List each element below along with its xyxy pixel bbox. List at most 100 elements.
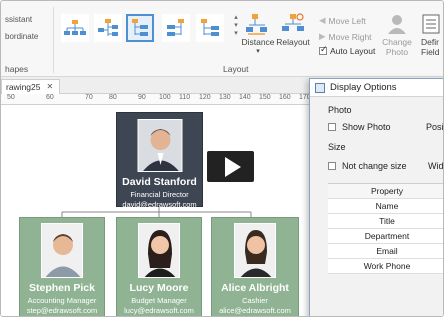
ruler-mark: 50: [7, 94, 15, 101]
ruler-mark: 130: [219, 94, 231, 101]
employee-title: Accounting Manager: [27, 296, 97, 305]
property-row-email[interactable]: Email: [328, 244, 443, 259]
close-icon[interactable]: ✕: [47, 80, 54, 94]
document-tab[interactable]: rawing25 ✕: [1, 79, 61, 94]
employee-title: Budget Manager: [131, 296, 187, 305]
org-layout-icon: [98, 19, 118, 36]
person-photo-icon: [235, 224, 275, 277]
layout-group-label: Layout: [223, 64, 249, 74]
org-layout-icon: [64, 20, 86, 35]
auto-layout-checkbox[interactable]: ✓: [319, 44, 328, 55]
distance-label: Distance: [241, 37, 275, 47]
change-photo-label: Change Photo: [382, 37, 412, 57]
assistant-command[interactable]: ssistant: [5, 15, 32, 24]
ruler-mark: 160: [279, 94, 291, 101]
property-row-name[interactable]: Name: [328, 199, 443, 214]
gallery-scroll[interactable]: ▴ ▾ ▾: [232, 14, 240, 46]
employee-title: Cashier: [242, 296, 268, 305]
person-photo-icon: [42, 224, 82, 277]
avatar: [234, 223, 276, 278]
ruler-mark: 70: [85, 94, 93, 101]
photo-section-label: Photo: [328, 105, 352, 115]
avatar: [137, 119, 182, 172]
show-photo-option[interactable]: Show Photo: [328, 122, 391, 132]
panel-title-text: Display Options: [330, 82, 397, 93]
arrow-left-icon: ◀: [319, 15, 326, 25]
layout-style-1-button[interactable]: [61, 14, 89, 42]
not-change-size-option[interactable]: Not change size: [328, 161, 407, 171]
auto-layout-label: Auto Layout: [330, 46, 376, 56]
subordinate-command[interactable]: bordinate: [5, 32, 38, 41]
move-right-label: Move Right: [328, 31, 372, 42]
width-label: Wid: [428, 161, 444, 171]
layout-style-3-button[interactable]: [126, 14, 154, 42]
check-icon: ✓: [320, 44, 328, 54]
chevron-down-icon: ▾: [256, 48, 260, 55]
ruler-mark: 150: [259, 94, 271, 101]
employee-name: Lucy Moore: [129, 282, 189, 294]
position-label: Posi: [426, 122, 444, 132]
shapes-group-label: hapes: [5, 64, 29, 74]
move-right-button[interactable]: ▶ Move Right: [319, 31, 372, 42]
change-photo-button[interactable]: Change Photo: [380, 13, 414, 57]
play-icon: [224, 156, 241, 177]
document-tab-label: rawing25: [6, 82, 41, 92]
employee-email: alice@edrawsoft.com: [219, 306, 291, 315]
ruler-mark: 80: [109, 94, 117, 101]
define-fields-icon: [422, 14, 440, 34]
org-card[interactable]: Lucy Moore Budget Manager lucy@edrawsoft…: [116, 217, 202, 316]
app-window: ssistant bordinate hapes ▴ ▾ ▾ Distance …: [0, 0, 444, 317]
relayout-button[interactable]: Relayout: [276, 13, 310, 47]
distance-icon: [246, 14, 267, 35]
ruler-mark: 90: [138, 94, 146, 101]
not-change-size-checkbox[interactable]: [328, 162, 336, 170]
employee-email: david@edrawsoft.com: [122, 200, 197, 209]
size-section-label: Size: [328, 142, 346, 152]
property-row-work-phone[interactable]: Work Phone: [328, 259, 443, 274]
employee-email: step@edrawsoft.com: [26, 306, 98, 315]
employee-name: Alice Albright: [221, 282, 289, 294]
arrow-right-icon: ▶: [319, 31, 326, 41]
ruler-mark: 120: [199, 94, 211, 101]
person-photo-icon: [139, 224, 179, 277]
play-video-button[interactable]: [207, 151, 254, 182]
move-left-button[interactable]: ◀ Move Left: [319, 15, 366, 26]
ruler-mark: 100: [159, 94, 171, 101]
relayout-icon: [282, 13, 304, 31]
relayout-label: Relayout: [276, 37, 310, 47]
ribbon: ssistant bordinate hapes ▴ ▾ ▾ Distance …: [1, 1, 443, 77]
layout-style-4-button[interactable]: [162, 14, 190, 42]
employee-name: Stephen Pick: [29, 282, 95, 294]
ruler-mark: 60: [46, 94, 54, 101]
panel-title: Display Options: [310, 79, 443, 97]
panel-window-icon: [315, 83, 325, 93]
avatar: [138, 223, 180, 278]
property-table: Property Name Title Department Email Wor…: [328, 183, 443, 274]
org-card-top[interactable]: David Stanford Financial Director david@…: [116, 112, 203, 209]
avatar: [41, 223, 83, 278]
employee-email: lucy@edrawsoft.com: [124, 306, 194, 315]
org-layout-icon: [201, 19, 219, 36]
org-layout-icon: [167, 19, 184, 36]
org-card[interactable]: Stephen Pick Accounting Manager step@edr…: [19, 217, 105, 316]
change-photo-icon: [388, 15, 406, 34]
display-options-panel: Display Options Photo Show Photo Posi Si…: [309, 78, 444, 316]
show-photo-checkbox[interactable]: [328, 123, 336, 131]
distance-button[interactable]: Distance ▾: [241, 13, 275, 55]
layout-style-5-button[interactable]: [196, 14, 224, 42]
person-photo-icon: [138, 120, 181, 171]
not-change-size-label: Not change size: [342, 161, 407, 171]
property-row-title[interactable]: Title: [328, 214, 443, 229]
layout-style-2-button[interactable]: [94, 14, 122, 42]
property-row-department[interactable]: Department: [328, 229, 443, 244]
org-layout-icon: [132, 19, 148, 36]
employee-name: David Stanford: [122, 176, 197, 188]
ruler-mark: 110: [179, 94, 191, 101]
define-fields-button[interactable]: Defir Field: [421, 13, 443, 57]
property-header: Property: [328, 184, 443, 199]
ruler-mark: 140: [239, 94, 251, 101]
show-photo-label: Show Photo: [342, 122, 391, 132]
org-card[interactable]: Alice Albright Cashier alice@edrawsoft.c…: [211, 217, 299, 316]
employee-title: Financial Director: [130, 190, 189, 199]
auto-layout-toggle[interactable]: ✓ Auto Layout: [319, 44, 376, 56]
